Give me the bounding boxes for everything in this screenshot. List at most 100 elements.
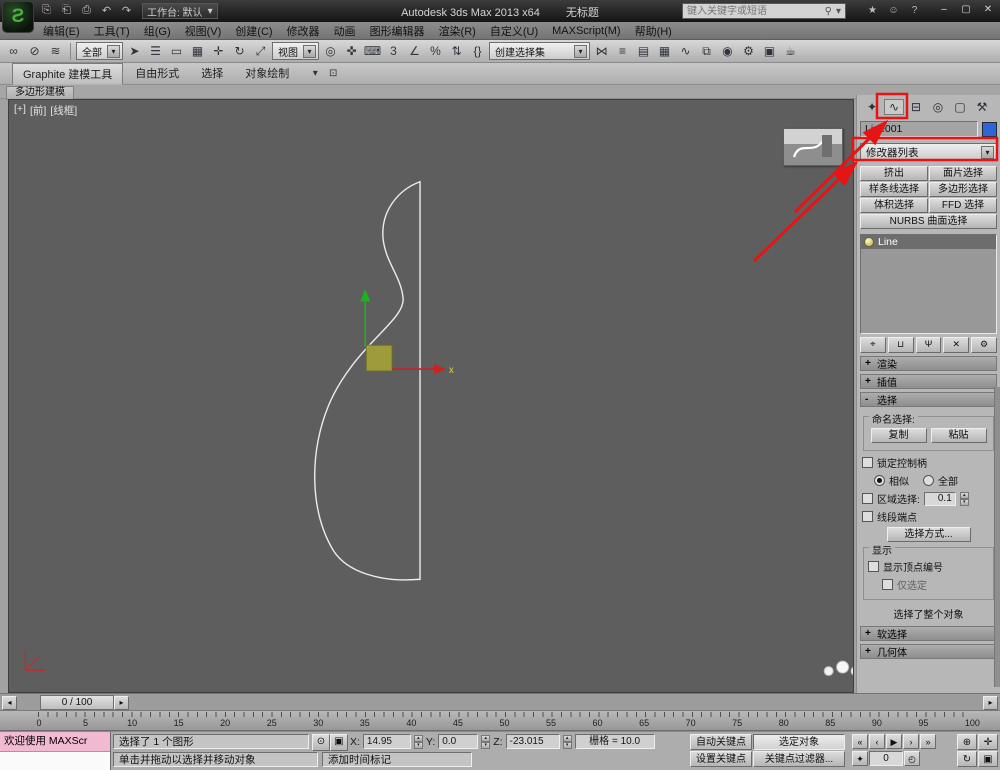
bind-to-space-warp-icon[interactable]: ≋ — [46, 42, 65, 61]
modify-tab[interactable]: ∿ — [884, 99, 904, 115]
open-file-icon[interactable]: ⎗ — [58, 2, 75, 19]
time-slider[interactable]: 0 / 100 — [40, 695, 114, 710]
angle-snap-icon[interactable]: ∠ — [405, 42, 424, 61]
menu-item[interactable]: 图形编辑器 — [363, 23, 432, 39]
x-coord-spinner[interactable]: ▴ ▾ — [413, 735, 423, 749]
ribbon-tab[interactable]: 选择 — [191, 63, 233, 85]
make-unique-icon[interactable]: Ψ — [915, 337, 942, 353]
community-icon[interactable]: ☺ — [886, 2, 901, 18]
panel-scrollbar[interactable] — [994, 387, 1000, 687]
select-by-button[interactable]: 选择方式... — [886, 527, 971, 542]
similar-radio[interactable] — [874, 475, 885, 486]
select-and-move-icon[interactable]: ✛ — [209, 42, 228, 61]
ribbon-tab[interactable]: 对象绘制 — [235, 63, 299, 85]
schematic-view-icon[interactable]: ⧉ — [697, 42, 716, 61]
orbit-icon[interactable]: ↻ — [957, 751, 977, 767]
selection-set-dropdown[interactable]: 选定对象 — [753, 734, 845, 750]
workspace-dropdown[interactable]: 工作台: 默认 ▾ — [142, 3, 218, 19]
segment-end-checkbox[interactable] — [862, 511, 873, 522]
ribbon-tab[interactable]: Graphite 建模工具 — [12, 62, 124, 85]
graphite-toggle-icon[interactable]: ▦ — [655, 42, 674, 61]
spinner-up-icon[interactable]: ▴ — [959, 492, 969, 499]
help-search-box[interactable]: ⚲ ▾ — [682, 3, 846, 19]
paste-named-selection-button[interactable]: 粘贴 — [930, 428, 987, 443]
lock-handles-checkbox[interactable] — [862, 457, 873, 468]
ribbon-pin-icon[interactable]: ⊡ — [325, 66, 341, 82]
go-to-start-button[interactable]: « — [852, 734, 868, 749]
selected-only-checkbox[interactable] — [882, 579, 893, 590]
viewport-menu-shading[interactable]: [线框] — [50, 103, 77, 118]
rollout-interpolation[interactable]: + 插值 — [860, 374, 997, 389]
create-tab[interactable]: ✦ — [862, 99, 882, 115]
maximize-viewport-icon[interactable]: ▣ — [978, 751, 998, 767]
ribbon-tab[interactable]: 自由形式 — [125, 63, 189, 85]
favorites-icon[interactable]: ★ — [865, 2, 880, 18]
menu-item[interactable]: MAXScript(M) — [545, 25, 627, 37]
rollout-rendering[interactable]: + 渲染 — [860, 356, 997, 371]
y-coord-spinner[interactable]: ▴ ▾ — [481, 735, 491, 749]
object-color-swatch[interactable] — [982, 121, 997, 137]
modifier-set-button[interactable]: 体积选择 — [860, 198, 928, 213]
mini-listener-white-row[interactable] — [0, 752, 110, 770]
curve-editor-icon[interactable]: ∿ — [676, 42, 695, 61]
spinner-snap-icon[interactable]: ⇅ — [447, 42, 466, 61]
key-filters-button[interactable]: 关键点过滤器... — [753, 751, 845, 767]
rollout-selection[interactable]: - 选择 — [860, 392, 997, 407]
remove-modifier-icon[interactable]: ✕ — [943, 337, 970, 353]
viewport-menu-view[interactable]: [前] — [30, 103, 46, 118]
menu-item[interactable]: 帮助(H) — [628, 23, 679, 39]
selection-filter-dropdown[interactable]: 全部 ▾ — [76, 42, 123, 60]
show-end-result-icon[interactable]: ⊔ — [887, 337, 914, 353]
window-crossing-icon[interactable]: ▦ — [188, 42, 207, 61]
configure-modifier-sets-icon[interactable]: ⚙ — [971, 337, 997, 353]
select-object-icon[interactable]: ➤ — [125, 42, 144, 61]
maxscript-mini-listener[interactable]: 欢迎使用 MAXScr — [0, 732, 111, 770]
mini-listener-pink-row[interactable]: 欢迎使用 MAXScr — [0, 732, 110, 752]
current-frame-field[interactable]: 0 — [869, 751, 903, 766]
align-icon[interactable]: ≡ — [613, 42, 632, 61]
select-and-link-icon[interactable]: ∞ — [4, 42, 23, 61]
previous-frame-button[interactable]: ‹ — [869, 734, 885, 749]
material-editor-icon[interactable]: ◉ — [718, 42, 737, 61]
keyboard-override-icon[interactable]: ⌨ — [363, 42, 382, 61]
modifier-set-button[interactable]: 面片选择 — [929, 166, 997, 181]
select-and-rotate-icon[interactable]: ↻ — [230, 42, 249, 61]
pin-stack-icon[interactable]: ⌖ — [860, 337, 886, 353]
menu-item[interactable]: 组(G) — [137, 23, 178, 39]
menu-item[interactable]: 视图(V) — [178, 23, 229, 39]
layer-manager-icon[interactable]: ▤ — [634, 42, 653, 61]
modifier-set-button[interactable]: 样条线选择 — [860, 182, 928, 197]
redo-icon[interactable]: ↷ — [118, 2, 135, 19]
select-by-name-icon[interactable]: ☰ — [146, 42, 165, 61]
chevron-down-icon[interactable]: ▾ — [834, 6, 843, 17]
auto-key-button[interactable]: 自动关键点 — [690, 734, 752, 750]
viewport-canvas[interactable]: x — [9, 100, 853, 692]
modifier-set-button[interactable]: 挤出 — [860, 166, 928, 181]
pan-icon[interactable]: ✛ — [978, 734, 998, 750]
search-input[interactable] — [685, 4, 823, 18]
copy-named-selection-button[interactable]: 复制 — [870, 428, 927, 443]
area-threshold-spinner[interactable]: ▴ ▾ — [959, 492, 969, 506]
mirror-icon[interactable]: ⋈ — [592, 42, 611, 61]
use-pivot-center-icon[interactable]: ◎ — [321, 42, 340, 61]
snaps-toggle-icon[interactable]: 3 — [384, 42, 403, 61]
show-vertex-numbers-checkbox[interactable] — [868, 561, 879, 572]
key-mode-toggle[interactable]: ✦ — [852, 751, 868, 766]
timeline-left-arrow[interactable]: ◂ — [2, 696, 17, 710]
stack-item-line[interactable]: Line — [861, 235, 996, 249]
absolute-offset-toggle[interactable]: ▣ — [330, 734, 348, 751]
new-scene-icon[interactable]: ⎘ — [38, 2, 55, 19]
motion-tab[interactable]: ◎ — [928, 99, 948, 115]
menu-item[interactable]: 创建(C) — [228, 23, 279, 39]
edit-named-sets-icon[interactable]: {} — [468, 42, 487, 61]
menu-item[interactable]: 自定义(U) — [483, 23, 545, 39]
menu-item[interactable]: 编辑(E) — [36, 23, 87, 39]
all-radio[interactable] — [923, 475, 934, 486]
utilities-tab[interactable]: ⚒ — [972, 99, 992, 115]
area-threshold-field[interactable]: 0.1 — [923, 491, 956, 506]
menu-item[interactable]: 渲染(R) — [432, 23, 483, 39]
menu-item[interactable]: 工具(T) — [87, 23, 137, 39]
rendered-frame-icon[interactable]: ▣ — [760, 42, 779, 61]
timeline-ruler[interactable]: 0 5 10 15 20 25 30 35 40 45 50 55 60 65 70 75 80 85 90 95 10… — [0, 710, 1000, 731]
named-selection-sets-dropdown[interactable]: 创建选择集 ▾ — [489, 42, 590, 60]
